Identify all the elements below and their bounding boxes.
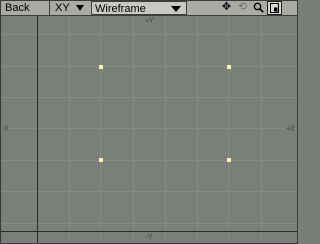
- viewport-toolbar: Back XY Wireframe ✥ ⟲: [1, 1, 297, 16]
- viewport-back[interactable]: Back XY Wireframe ✥ ⟲ +Y -Y -X +X: [0, 0, 298, 244]
- toolbar-divider: [49, 1, 50, 15]
- move-icon[interactable]: ✥: [219, 1, 234, 15]
- axis-label-top: +Y: [145, 16, 154, 25]
- axis-label: XY: [55, 2, 70, 14]
- view-title[interactable]: Back: [3, 1, 43, 15]
- axis-label-left: -X: [2, 124, 9, 133]
- chevron-down-icon: [171, 6, 181, 12]
- axis-label-bottom: -Y: [146, 232, 153, 241]
- maximize-icon[interactable]: [267, 1, 282, 15]
- vertex-point[interactable]: [227, 158, 231, 162]
- vertex-point[interactable]: [227, 65, 231, 69]
- grid: [1, 16, 297, 243]
- vertex-point[interactable]: [99, 65, 103, 69]
- axis-label-right: +X: [286, 124, 295, 133]
- render-mode-label: Wireframe: [95, 3, 146, 15]
- axis-dropdown[interactable]: XY: [53, 1, 86, 15]
- render-mode-dropdown[interactable]: Wireframe: [91, 1, 187, 15]
- chevron-down-icon: [76, 5, 84, 11]
- rotate-icon[interactable]: ⟲: [235, 1, 250, 15]
- viewport-canvas[interactable]: +Y -Y -X +X: [1, 16, 297, 243]
- zoom-icon[interactable]: [251, 1, 266, 15]
- vertex-point[interactable]: [99, 158, 103, 162]
